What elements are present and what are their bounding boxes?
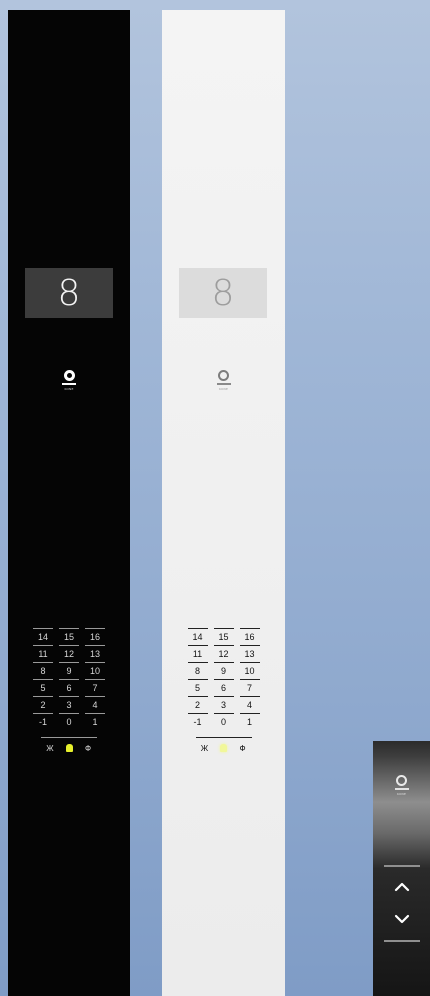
floor-button-4[interactable]: 4 xyxy=(85,696,105,713)
floor-button-12[interactable]: 12 xyxy=(59,645,79,662)
special-button-zh[interactable]: Ж xyxy=(197,742,213,754)
special-buttons: Ж Ф xyxy=(42,742,96,754)
special-buttons: Ж Ф xyxy=(197,742,251,754)
arrow-down-icon xyxy=(394,914,410,924)
floor-number: 8 xyxy=(211,272,235,314)
floor-button-0[interactable]: 0 xyxy=(59,713,79,730)
logo-text: KONE xyxy=(218,387,229,391)
floor-button-8[interactable]: 8 xyxy=(187,662,208,679)
keypad-row: 2 3 4 xyxy=(187,696,260,713)
arrow-up-icon xyxy=(394,882,410,892)
logo-ring-icon xyxy=(218,370,229,381)
keypad-row: 8 9 10 xyxy=(187,662,260,679)
divider xyxy=(41,737,97,738)
logo-ring-icon xyxy=(396,775,407,786)
floor-button-16[interactable]: 16 xyxy=(85,628,105,645)
floor-button-13[interactable]: 13 xyxy=(85,645,105,662)
floor-keypad: 14 15 16 11 12 13 8 9 10 5 6 7 2 3 4 -1 … xyxy=(33,628,105,754)
divider xyxy=(384,940,420,942)
floor-button-2[interactable]: 2 xyxy=(187,696,208,713)
floor-button-7[interactable]: 7 xyxy=(239,679,260,696)
alarm-button[interactable] xyxy=(216,742,232,754)
logo-text: KONE xyxy=(64,387,74,391)
floor-display: 8 xyxy=(179,268,267,318)
logo-text: KONE xyxy=(396,792,407,796)
floor-button-12[interactable]: 12 xyxy=(213,645,234,662)
alarm-bell-icon xyxy=(220,744,227,752)
keypad-row: 5 6 7 xyxy=(33,679,105,696)
divider xyxy=(195,737,252,738)
floor-button-minus-1[interactable]: -1 xyxy=(33,713,53,730)
floor-button-minus-1[interactable]: -1 xyxy=(187,713,208,730)
brand-logo: KONE xyxy=(216,370,231,391)
call-up-button[interactable] xyxy=(388,875,416,899)
brand-logo: KONE xyxy=(394,775,409,796)
divider xyxy=(384,865,420,867)
floor-button-15[interactable]: 15 xyxy=(213,628,234,645)
special-button-f[interactable]: Ф xyxy=(80,742,96,754)
keypad-row: 11 12 13 xyxy=(33,645,105,662)
floor-button-11[interactable]: 11 xyxy=(33,645,53,662)
alarm-button[interactable] xyxy=(61,742,77,754)
floor-keypad: 14 15 16 11 12 13 8 9 10 5 6 7 2 3 4 -1 … xyxy=(187,628,260,754)
car-panel-light: 8 KONE 14 15 16 11 12 13 8 9 10 5 6 7 2 … xyxy=(162,10,285,996)
call-down-button[interactable] xyxy=(388,907,416,931)
car-panel-dark: 8 KONE 14 15 16 11 12 13 8 9 10 5 6 7 2 … xyxy=(8,10,130,996)
floor-button-9[interactable]: 9 xyxy=(59,662,79,679)
floor-button-16[interactable]: 16 xyxy=(239,628,260,645)
keypad-row: 14 15 16 xyxy=(187,628,260,645)
floor-button-6[interactable]: 6 xyxy=(59,679,79,696)
floor-button-1[interactable]: 1 xyxy=(239,713,260,730)
floor-button-5[interactable]: 5 xyxy=(187,679,208,696)
floor-button-11[interactable]: 11 xyxy=(187,645,208,662)
keypad-row: -1 0 1 xyxy=(33,713,105,730)
floor-button-10[interactable]: 10 xyxy=(239,662,260,679)
floor-button-7[interactable]: 7 xyxy=(85,679,105,696)
keypad-row: 11 12 13 xyxy=(187,645,260,662)
floor-button-0[interactable]: 0 xyxy=(213,713,234,730)
floor-button-9[interactable]: 9 xyxy=(213,662,234,679)
hall-call-station: KONE xyxy=(373,741,430,996)
floor-button-4[interactable]: 4 xyxy=(239,696,260,713)
floor-button-14[interactable]: 14 xyxy=(33,628,53,645)
brand-logo: KONE xyxy=(62,370,76,391)
floor-button-8[interactable]: 8 xyxy=(33,662,53,679)
floor-button-10[interactable]: 10 xyxy=(85,662,105,679)
special-button-f[interactable]: Ф xyxy=(235,742,251,754)
floor-button-1[interactable]: 1 xyxy=(85,713,105,730)
floor-display: 8 xyxy=(25,268,113,318)
keypad-row: -1 0 1 xyxy=(187,713,260,730)
floor-button-3[interactable]: 3 xyxy=(213,696,234,713)
floor-number: 8 xyxy=(57,272,81,314)
floor-button-14[interactable]: 14 xyxy=(187,628,208,645)
floor-button-5[interactable]: 5 xyxy=(33,679,53,696)
keypad-row: 5 6 7 xyxy=(187,679,260,696)
keypad-row: 14 15 16 xyxy=(33,628,105,645)
floor-button-15[interactable]: 15 xyxy=(59,628,79,645)
keypad-row: 8 9 10 xyxy=(33,662,105,679)
floor-button-2[interactable]: 2 xyxy=(33,696,53,713)
logo-ring-icon xyxy=(63,370,75,381)
alarm-bell-icon xyxy=(65,744,73,752)
special-button-zh[interactable]: Ж xyxy=(42,742,58,754)
floor-button-3[interactable]: 3 xyxy=(59,696,79,713)
floor-button-13[interactable]: 13 xyxy=(239,645,260,662)
floor-button-6[interactable]: 6 xyxy=(213,679,234,696)
keypad-row: 2 3 4 xyxy=(33,696,105,713)
